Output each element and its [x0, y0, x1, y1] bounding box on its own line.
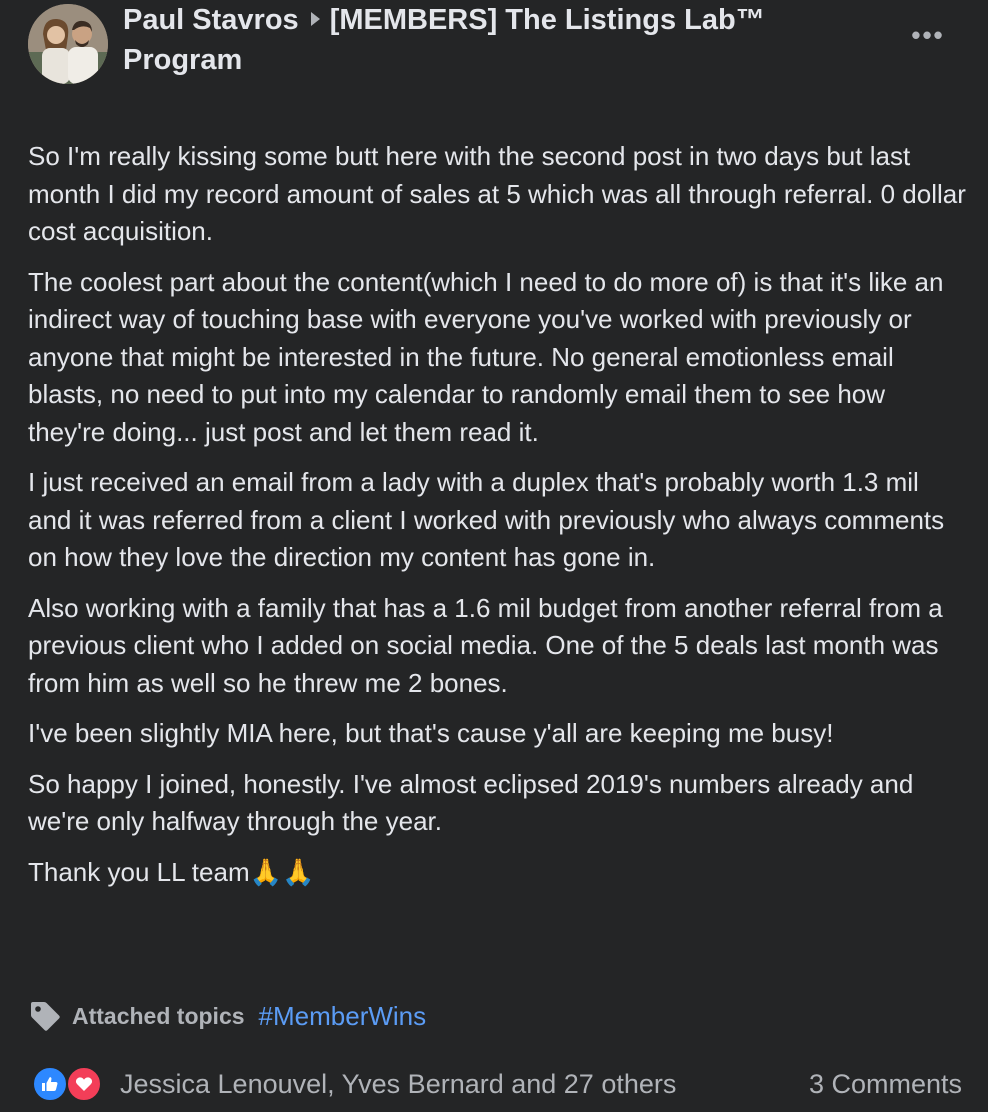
post-paragraph: Also working with a family that has a 1.…: [28, 592, 943, 698]
author-name[interactable]: Paul Stavros: [123, 4, 299, 36]
reactors-text[interactable]: Jessica Lenouvel, Yves Bernard and 27 ot…: [120, 1069, 676, 1100]
like-icon: [32, 1066, 68, 1102]
more-options-button[interactable]: •••: [906, 18, 950, 62]
post-paragraph: The coolest part about the content(which…: [28, 266, 944, 447]
post-header: Paul Stavros [MEMBERS] The Listings Lab™ …: [28, 0, 968, 100]
love-icon: [66, 1066, 102, 1102]
attached-topics: Attached topics #MemberWins: [28, 996, 426, 1036]
post-paragraph: I just received an email from a lady wit…: [28, 467, 945, 572]
comments-count[interactable]: 3 Comments: [809, 1069, 962, 1100]
post-paragraph: So happy I joined, honestly. I've almost…: [28, 768, 914, 837]
post-text: So I'm really kissing some butt here wit…: [28, 138, 968, 904]
post-paragraph: Thank you LL team🙏🙏: [28, 856, 315, 887]
avatar-photo: [28, 4, 108, 84]
post-paragraph: I've been slightly MIA here, but that's …: [28, 718, 834, 748]
post-paragraph: So I'm really kissing some butt here wit…: [28, 141, 966, 246]
author-avatar[interactable]: [28, 4, 108, 84]
reaction-icons[interactable]: [32, 1064, 106, 1104]
more-horizontal-icon: •••: [911, 20, 945, 50]
tag-icon: [31, 1002, 60, 1031]
post-title: Paul Stavros [MEMBERS] The Listings Lab™ …: [123, 0, 883, 80]
topics-label: Attached topics: [72, 1002, 245, 1029]
post-card: Paul Stavros [MEMBERS] The Listings Lab™ …: [0, 0, 988, 1112]
post-footer: Jessica Lenouvel, Yves Bernard and 27 ot…: [32, 1062, 962, 1106]
hashtag-link[interactable]: #MemberWins: [259, 1001, 427, 1032]
arrow-right-icon: [310, 12, 320, 26]
